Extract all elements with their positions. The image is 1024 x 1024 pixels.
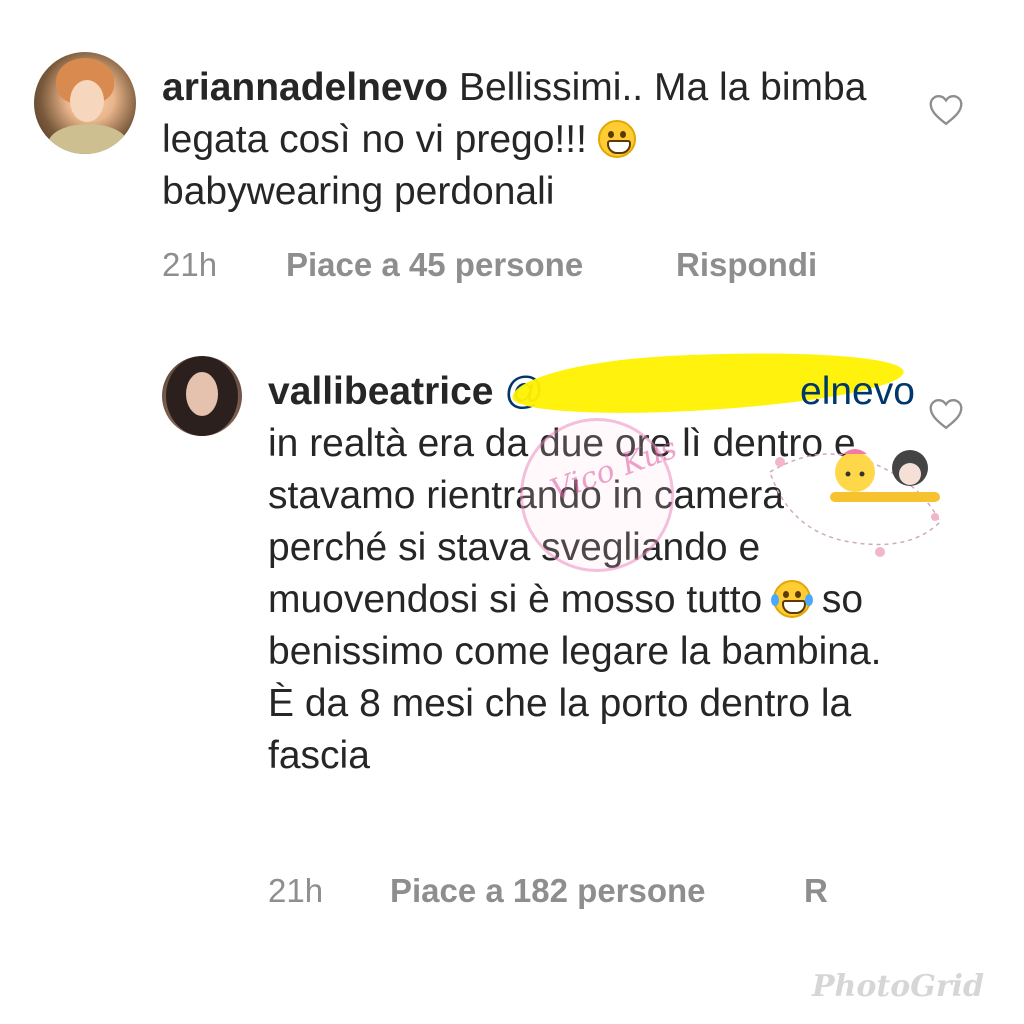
photogrid-watermark: PhotoGrid	[811, 969, 984, 1004]
avatar[interactable]	[162, 356, 242, 436]
heart-outline-icon[interactable]	[928, 94, 964, 126]
grinning-face-emoji	[597, 120, 636, 158]
comment-body: vallibeatrice @ in realtà era da due ore…	[268, 366, 888, 782]
comment-time: 21h	[162, 246, 218, 283]
likes-count-link[interactable]: Piace a 45 persone	[286, 246, 583, 284]
comment-thread: ariannadelnevo Bellissimi.. Ma la bimba …	[0, 0, 1024, 1024]
comment-text-continued: babywearing perdonali	[162, 170, 555, 213]
reply-link[interactable]: R	[804, 872, 828, 910]
cartoon-sticker-icon	[769, 449, 941, 557]
comment-time: 21h	[268, 872, 324, 909]
mention-tail: elnevo	[800, 370, 915, 413]
avatar[interactable]	[34, 52, 136, 154]
username[interactable]: vallibeatrice	[268, 370, 493, 413]
reply-link[interactable]: Rispondi	[676, 246, 817, 284]
comment-body: ariannadelnevo Bellissimi.. Ma la bimba …	[162, 62, 882, 218]
username[interactable]: ariannadelnevo	[162, 66, 448, 109]
likes-count-link[interactable]: Piace a 182 persone	[390, 872, 706, 910]
laughing-tears-emoji	[771, 580, 814, 618]
heart-outline-icon[interactable]	[928, 398, 964, 430]
